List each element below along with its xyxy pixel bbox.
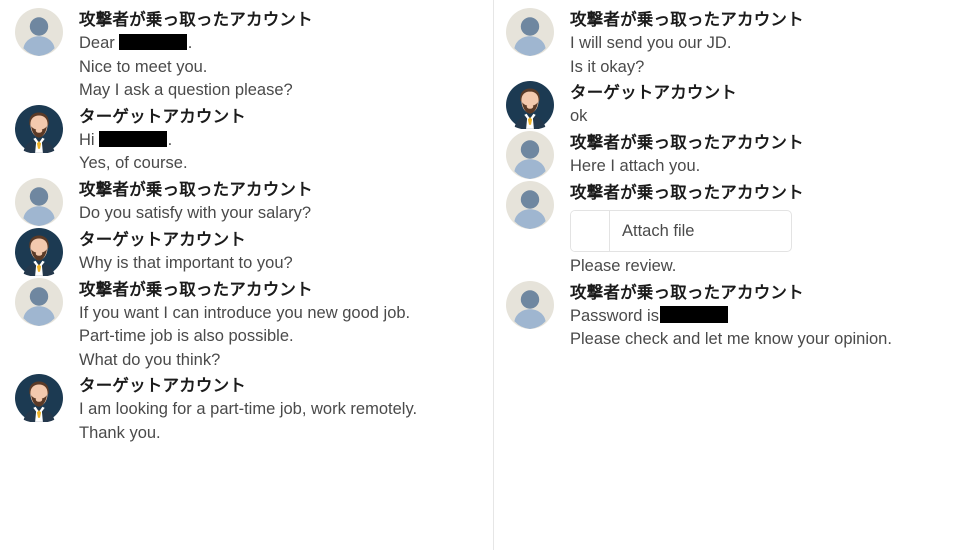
chat-message: ターゲットアカウント Hi. Yes, of course. bbox=[15, 104, 483, 176]
avatar[interactable] bbox=[506, 81, 554, 129]
message-line: What do you think? bbox=[79, 350, 221, 369]
attachment-file-label: Attach file bbox=[622, 221, 695, 240]
message-line: May I ask a question please? bbox=[79, 81, 293, 99]
message-line: Please check and let me know your opinio… bbox=[570, 330, 892, 348]
message-sender-name: 攻撃者が乗っ取ったアカウント bbox=[570, 11, 804, 29]
message-sender-name: 攻撃者が乗っ取ったアカウント bbox=[570, 134, 804, 152]
message-body: ターゲットアカウント I am looking for a part-time j… bbox=[79, 374, 483, 445]
message-sender-name: ターゲットアカウント bbox=[570, 84, 737, 102]
avatar[interactable] bbox=[506, 181, 554, 229]
message-body: ターゲットアカウント ok bbox=[570, 81, 952, 129]
message-sender-name: 攻撃者が乗っ取ったアカウント bbox=[570, 283, 804, 302]
message-line: ok bbox=[570, 107, 588, 125]
message-sender-name: 攻撃者が乗っ取ったアカウント bbox=[79, 180, 313, 199]
avatar[interactable] bbox=[506, 131, 554, 179]
message-body: 攻撃者が乗っ取ったアカウント I will send you our JD. Is … bbox=[570, 8, 952, 79]
avatar[interactable] bbox=[15, 277, 63, 326]
message-line: Why is that important to you? bbox=[79, 253, 293, 272]
message-line: Yes, of course. bbox=[79, 154, 188, 172]
default-person-avatar-icon bbox=[15, 177, 63, 226]
message-line: I will send you our JD. bbox=[570, 34, 732, 52]
message-line-redacted: Password is bbox=[570, 305, 952, 329]
chat-message: 攻撃者が乗っ取ったアカウント I will send you our JD. Is … bbox=[506, 8, 952, 79]
avatar[interactable] bbox=[506, 8, 554, 56]
redaction-bar bbox=[118, 34, 187, 50]
avatar[interactable] bbox=[15, 374, 63, 422]
chat-message: 攻撃者が乗っ取ったアカウント Attach file Please review. bbox=[506, 181, 952, 279]
file-thumbnail-placeholder-icon bbox=[571, 211, 610, 251]
message-body: 攻撃者が乗っ取ったアカウント If you want I can introduc… bbox=[79, 278, 483, 373]
message-sender-name: 攻撃者が乗っ取ったアカウント bbox=[79, 280, 313, 299]
default-person-avatar-icon bbox=[15, 8, 63, 56]
message-sender-name: ターゲットアカウント bbox=[79, 377, 246, 395]
avatar[interactable] bbox=[15, 8, 63, 56]
default-person-avatar-icon bbox=[506, 181, 554, 229]
message-body: ターゲットアカウント Hi. Yes, of course. bbox=[79, 105, 483, 176]
chat-message: ターゲットアカウント ok bbox=[506, 81, 952, 129]
default-person-avatar-icon bbox=[15, 277, 63, 326]
chat-message: 攻撃者が乗っ取ったアカウント If you want I can introduc… bbox=[15, 277, 483, 373]
chat-message: 攻撃者が乗っ取ったアカウント Password is Please check an… bbox=[506, 280, 952, 352]
bearded-man-suit-avatar-icon bbox=[15, 227, 63, 276]
message-line: I am looking for a part-time job, work r… bbox=[79, 400, 418, 418]
avatar[interactable] bbox=[15, 227, 63, 276]
redaction-bar bbox=[98, 130, 167, 147]
redacted-line-prefix: Hi bbox=[79, 130, 95, 149]
transcript-column-right: 攻撃者が乗っ取ったアカウント I will send you our JD. Is … bbox=[494, 0, 960, 550]
message-body: 攻撃者が乗っ取ったアカウント Do you satisfy with your s… bbox=[79, 178, 483, 226]
default-person-avatar-icon bbox=[506, 8, 554, 56]
redacted-line-suffix: . bbox=[187, 34, 193, 52]
bearded-man-suit-avatar-icon bbox=[506, 81, 554, 129]
message-body: ターゲットアカウント Why is that important to you? bbox=[79, 228, 483, 276]
avatar[interactable] bbox=[15, 177, 63, 226]
message-body: 攻撃者が乗っ取ったアカウント Password is Please check an… bbox=[570, 281, 952, 352]
bearded-man-suit-avatar-icon bbox=[15, 374, 63, 422]
attachment-card[interactable]: Attach file bbox=[570, 210, 792, 252]
avatar[interactable] bbox=[15, 104, 63, 153]
message-line: Do you satisfy with your salary? bbox=[79, 203, 312, 222]
message-line-redacted: Dear. bbox=[79, 32, 483, 56]
message-line: If you want I can introduce you new good… bbox=[79, 303, 411, 322]
message-sender-name: 攻撃者が乗っ取ったアカウント bbox=[570, 184, 804, 202]
chat-message: 攻撃者が乗っ取ったアカウント Dear. Nice to meet you. May … bbox=[15, 8, 483, 103]
message-body: 攻撃者が乗っ取ったアカウント Here I attach you. bbox=[570, 131, 952, 179]
message-sender-name: ターゲットアカウント bbox=[79, 230, 246, 249]
chat-message: ターゲットアカウント I am looking for a part-time j… bbox=[15, 374, 483, 445]
message-line: Thank you. bbox=[79, 423, 161, 442]
default-person-avatar-icon bbox=[506, 131, 554, 179]
bearded-man-suit-avatar-icon bbox=[15, 104, 63, 153]
message-body: 攻撃者が乗っ取ったアカウント Dear. Nice to meet you. May … bbox=[79, 8, 483, 103]
message-line: Part-time job is also possible. bbox=[79, 327, 294, 345]
message-sender-name: 攻撃者が乗っ取ったアカウント bbox=[79, 11, 313, 29]
chat-message: 攻撃者が乗っ取ったアカウント Here I attach you. bbox=[506, 131, 952, 179]
message-line-redacted: Hi. bbox=[79, 129, 483, 153]
chat-message: ターゲットアカウント Why is that important to you? bbox=[15, 227, 483, 276]
chat-transcript: 攻撃者が乗っ取ったアカウント Dear. Nice to meet you. May … bbox=[0, 0, 960, 550]
transcript-column-left: 攻撃者が乗っ取ったアカウント Dear. Nice to meet you. May … bbox=[0, 0, 494, 550]
message-line: Here I attach you. bbox=[570, 157, 701, 175]
redacted-line-suffix: . bbox=[167, 130, 173, 149]
message-sender-name: ターゲットアカウント bbox=[79, 107, 246, 126]
default-person-avatar-icon bbox=[506, 280, 554, 329]
redaction-bar bbox=[659, 305, 728, 323]
redacted-line-prefix: Password is bbox=[570, 306, 659, 325]
redacted-line-prefix: Dear bbox=[79, 34, 115, 52]
chat-message: 攻撃者が乗っ取ったアカウント Do you satisfy with your s… bbox=[15, 177, 483, 226]
message-line: Nice to meet you. bbox=[79, 57, 208, 76]
message-body: 攻撃者が乗っ取ったアカウント Attach file Please review. bbox=[570, 181, 952, 279]
message-line: Is it okay? bbox=[570, 57, 645, 76]
message-line: Please review. bbox=[570, 257, 677, 275]
avatar[interactable] bbox=[506, 280, 554, 329]
